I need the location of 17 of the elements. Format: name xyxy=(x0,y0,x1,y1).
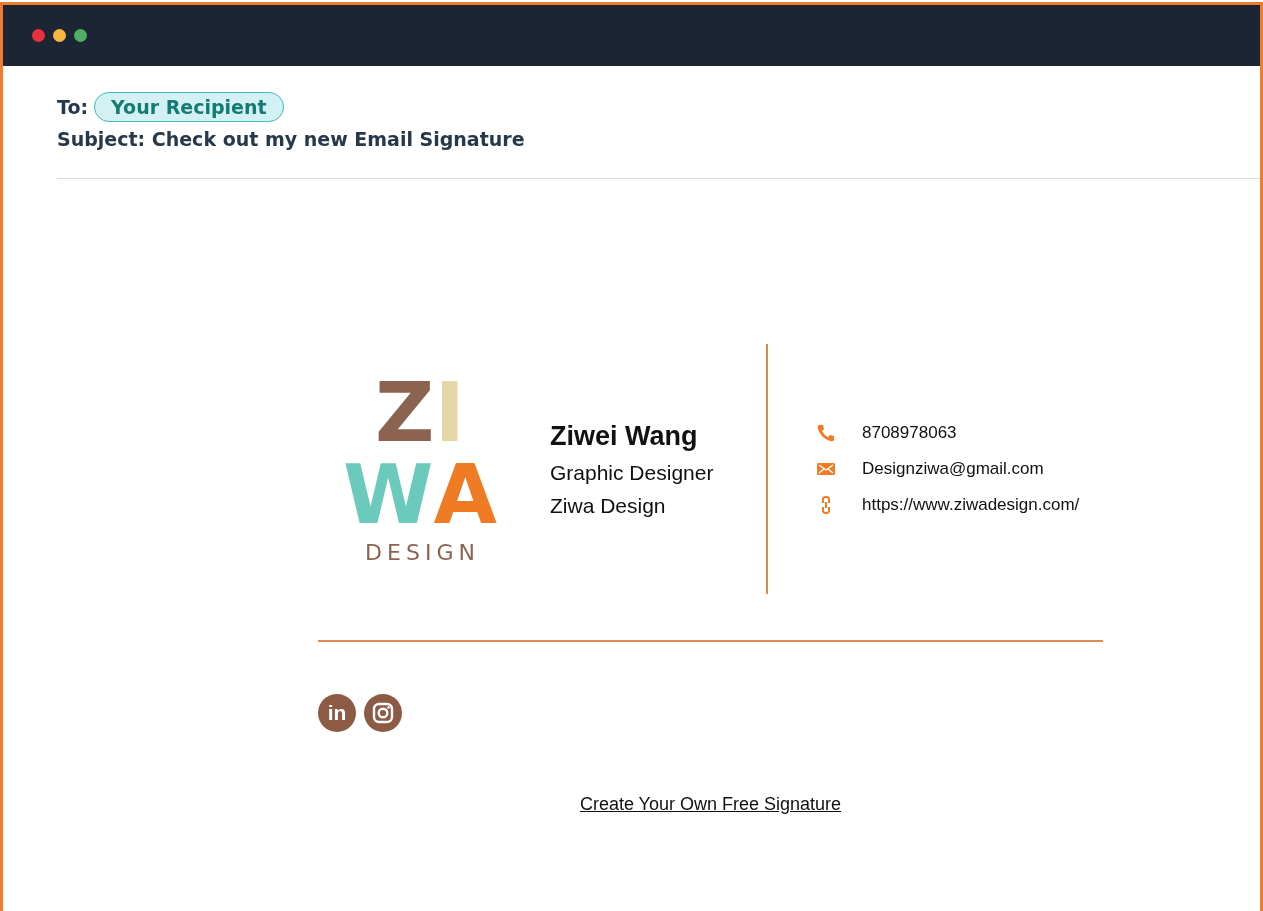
job-title: Graphic Designer xyxy=(550,460,715,485)
maximize-dot-icon[interactable] xyxy=(74,29,87,42)
close-dot-icon[interactable] xyxy=(32,29,45,42)
contact-text: https://www.ziwadesign.com/ xyxy=(862,495,1080,515)
subject-line: Subject: Check out my new Email Signature xyxy=(57,128,526,150)
create-signature-link[interactable]: Create Your Own Free Signature xyxy=(579,794,842,814)
linkedin-icon[interactable]: in xyxy=(318,694,356,732)
company-name: Ziwa Design xyxy=(550,493,667,518)
contact-text: 8708978063 xyxy=(862,423,957,443)
recipient-chip[interactable]: Your Recipient xyxy=(94,92,284,122)
person-name: Ziwei Wang xyxy=(550,420,699,452)
logo: ZI WA DESIGN xyxy=(342,369,498,567)
contact-text: Designziwa@gmail.com xyxy=(862,459,1044,479)
minimize-dot-icon[interactable] xyxy=(53,29,66,42)
phone-icon xyxy=(816,423,836,443)
camera-icon[interactable] xyxy=(364,694,402,732)
to-label: To: xyxy=(57,96,89,118)
